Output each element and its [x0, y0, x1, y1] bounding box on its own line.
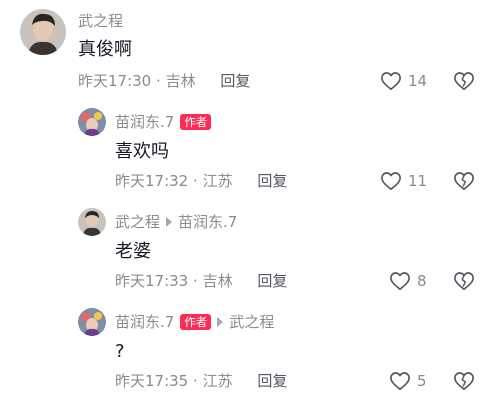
author-badge: 作者 — [180, 114, 212, 130]
like-button[interactable]: 5 — [389, 371, 427, 391]
timestamp: 昨天17:32 — [115, 172, 189, 190]
location: 江苏 — [202, 372, 233, 390]
comment-meta: 昨天17:30 · 吉林 回复 — [78, 71, 250, 91]
heart-outline-icon — [381, 72, 401, 90]
timestamp: 昨天17:30 — [78, 72, 152, 90]
meta-separator: · — [193, 172, 203, 190]
heart-outline-icon — [381, 172, 401, 190]
avatar[interactable] — [78, 208, 106, 236]
reply-button[interactable]: 回复 — [257, 372, 287, 390]
like-count: 14 — [408, 72, 428, 90]
like-count: 5 — [417, 372, 427, 390]
broken-heart-icon — [454, 72, 474, 90]
location: 江苏 — [202, 172, 233, 190]
comment-meta: 昨天17:32 · 江苏 回复 — [115, 171, 287, 191]
username[interactable]: 武之程 苗润东.7 — [115, 212, 237, 232]
broken-heart-icon — [454, 372, 474, 390]
meta-separator: · — [156, 72, 166, 90]
avatar[interactable] — [20, 9, 66, 55]
username[interactable]: 苗润东.7 作者 — [115, 112, 212, 132]
author-badge: 作者 — [180, 314, 212, 330]
meta-separator: · — [193, 272, 203, 290]
broken-heart-icon — [454, 172, 474, 190]
dislike-button[interactable] — [453, 171, 475, 191]
reply-button[interactable]: 回复 — [220, 72, 250, 90]
reply-button[interactable]: 回复 — [257, 172, 287, 190]
like-count: 8 — [417, 272, 427, 290]
username-text[interactable]: 苗润东.7 — [115, 312, 174, 332]
reply-arrow-icon — [217, 317, 224, 327]
location: 吉林 — [202, 272, 233, 290]
like-button[interactable]: 14 — [380, 71, 427, 91]
reply-target[interactable]: 苗润东.7 — [178, 212, 237, 232]
reply-target[interactable]: 武之程 — [229, 312, 274, 332]
comment-text: ? — [115, 341, 125, 362]
heart-outline-icon — [390, 272, 410, 290]
like-count: 11 — [408, 172, 428, 190]
timestamp: 昨天17:35 — [115, 372, 189, 390]
username[interactable]: 苗润东.7 作者 武之程 — [115, 312, 274, 332]
comment-text: 真俊啊 — [78, 39, 132, 60]
comment-text: 喜欢吗 — [115, 141, 169, 162]
like-button[interactable]: 8 — [389, 271, 427, 291]
meta-separator: · — [193, 372, 203, 390]
username-text[interactable]: 苗润东.7 — [115, 112, 174, 132]
reply-button[interactable]: 回复 — [257, 272, 287, 290]
like-button[interactable]: 11 — [380, 171, 427, 191]
dislike-button[interactable] — [453, 71, 475, 91]
dislike-button[interactable] — [453, 271, 475, 291]
timestamp: 昨天17:33 — [115, 272, 189, 290]
comment-meta: 昨天17:33 · 吉林 回复 — [115, 271, 287, 291]
comment-text: 老婆 — [115, 241, 151, 262]
heart-outline-icon — [390, 372, 410, 390]
avatar[interactable] — [78, 108, 106, 136]
broken-heart-icon — [454, 272, 474, 290]
location: 吉林 — [165, 72, 196, 90]
username-text[interactable]: 武之程 — [115, 212, 160, 232]
dislike-button[interactable] — [453, 371, 475, 391]
comment-meta: 昨天17:35 · 江苏 回复 — [115, 371, 287, 391]
username[interactable]: 武之程 — [78, 11, 123, 31]
avatar[interactable] — [78, 308, 106, 336]
username-text[interactable]: 武之程 — [78, 11, 123, 31]
reply-arrow-icon — [166, 217, 173, 227]
comment-thread: 武之程 真俊啊 昨天17:30 · 吉林 回复 14 苗润东.7 作者 喜欢吗 — [0, 0, 500, 400]
